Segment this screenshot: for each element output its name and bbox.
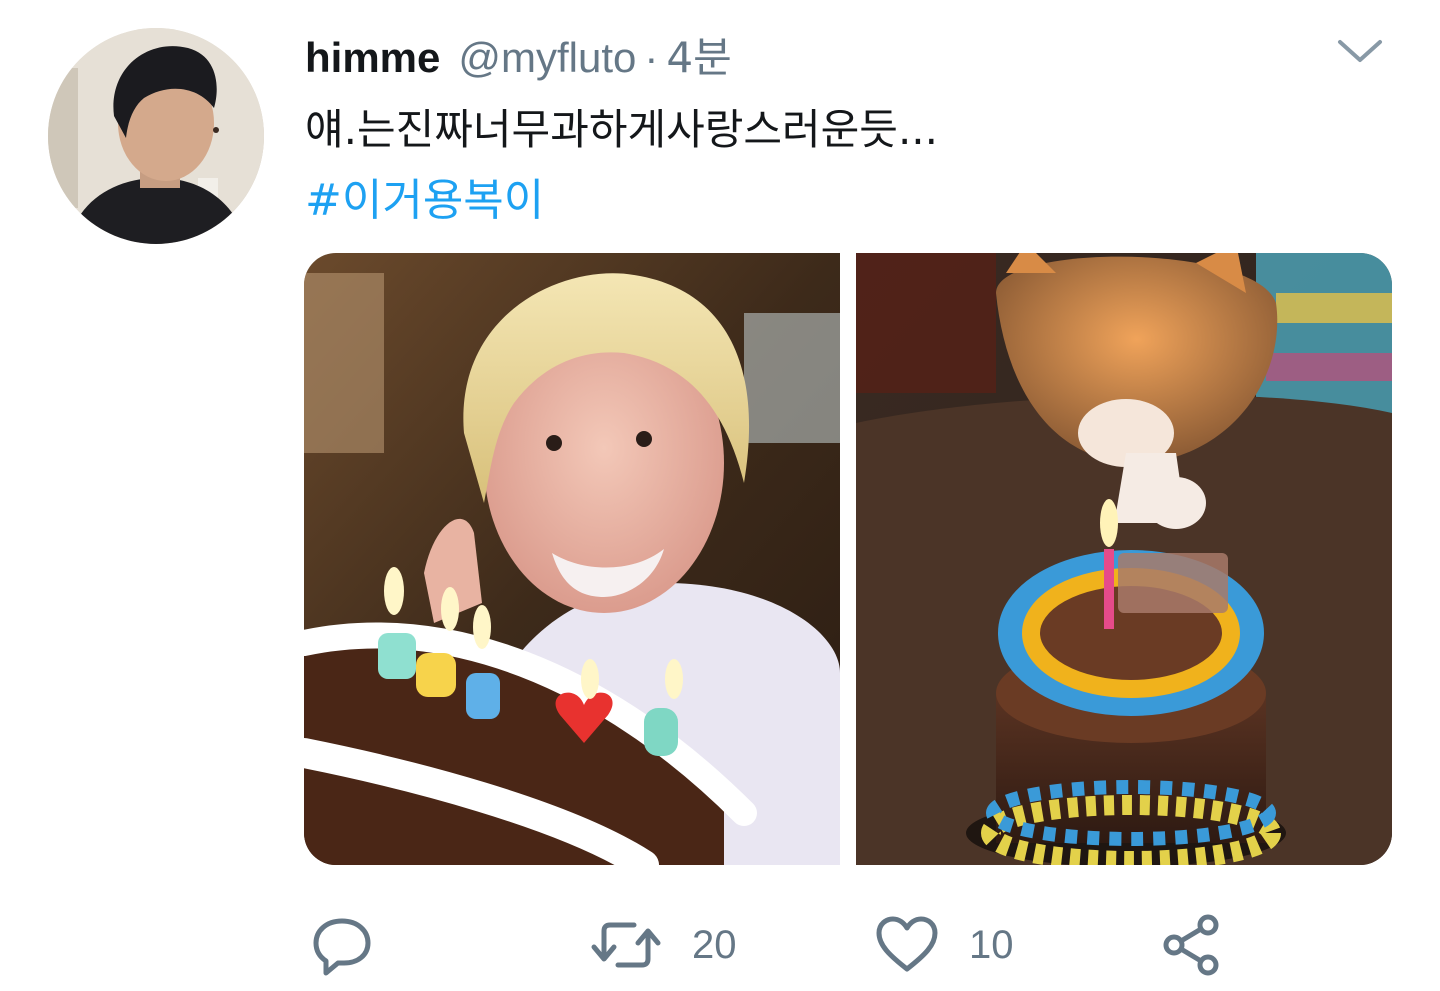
- birthday-selfie-photo-icon: [304, 253, 840, 865]
- media-photo-2[interactable]: [856, 253, 1392, 865]
- tweet-header: himme @myfluto · 4분: [305, 24, 732, 84]
- media-grid: [304, 253, 1392, 865]
- retweet-count: 20: [692, 922, 737, 967]
- share-button[interactable]: [1160, 910, 1224, 980]
- separator-dot: ·: [644, 34, 659, 81]
- hashtag-link[interactable]: #이거용복이: [305, 164, 544, 228]
- reply-icon: [313, 918, 371, 976]
- tweet-timestamp[interactable]: 4분: [666, 24, 731, 85]
- avatar-photo: [48, 28, 264, 244]
- retweet-button[interactable]: 20: [590, 910, 737, 980]
- media-photo-1[interactable]: [304, 253, 840, 865]
- retweet-icon: [591, 922, 661, 968]
- tweet-text: 얘.는진짜너무과하게사랑스러운듯...: [305, 105, 939, 154]
- share-icon: [1163, 914, 1219, 976]
- avatar[interactable]: [48, 28, 264, 244]
- reply-button[interactable]: [310, 910, 404, 980]
- chevron-down-icon: [1338, 40, 1382, 62]
- heart-icon: [876, 916, 938, 972]
- like-button[interactable]: 10: [875, 910, 1014, 980]
- display-name[interactable]: himme: [305, 34, 440, 82]
- like-count: 10: [969, 922, 1014, 967]
- user-handle[interactable]: @myfluto: [458, 34, 636, 82]
- more-options-button[interactable]: [1336, 34, 1384, 66]
- cat-birthday-cake-photo-icon: [856, 253, 1392, 865]
- tweet-actions: 20 10: [310, 910, 1230, 980]
